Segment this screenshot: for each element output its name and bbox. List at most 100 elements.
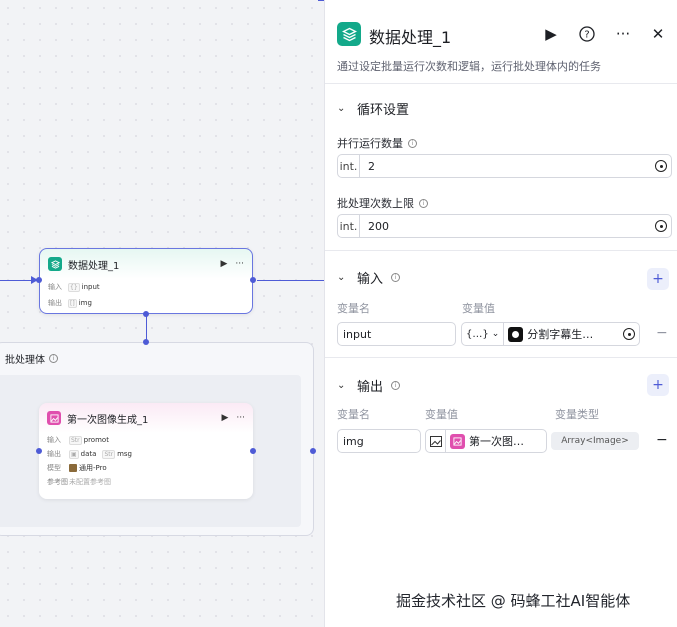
- play-icon[interactable]: ▶: [221, 413, 228, 423]
- output-var-type: Array<Image>: [551, 432, 639, 450]
- data-processing-node[interactable]: 数据处理_1 ▶ ··· 输入 {} input 输出 [] img: [39, 248, 253, 314]
- loop-body-header: 批处理体 i: [5, 351, 58, 366]
- node-input-row: 输入 {} input: [40, 279, 252, 295]
- ref-label: 分割字幕生…: [527, 328, 594, 341]
- workflow-canvas[interactable]: 批处理体 i 数据处理_1 ▶ ··· 输入 {} input 输出 [] img: [0, 0, 324, 627]
- row-key: 输出: [48, 299, 62, 307]
- node-config-panel: 数据处理_1 ▶ ? ··· ✕ 通过设定批量运行次数和逻辑，运行批处理体内的任…: [324, 0, 677, 627]
- image-icon: [47, 411, 61, 425]
- chevron-down-icon[interactable]: ⌄: [337, 380, 349, 391]
- type-tag: Str: [69, 435, 82, 445]
- output-var-name-field[interactable]: img: [337, 429, 421, 453]
- field-value[interactable]: img: [343, 435, 364, 448]
- close-icon[interactable]: ✕: [648, 24, 668, 44]
- chevron-down-icon[interactable]: ⌄: [337, 103, 349, 114]
- node-title: 数据处理_1: [68, 260, 120, 272]
- port-loop-right[interactable]: [310, 448, 316, 454]
- chevron-down-icon: ⌄: [491, 329, 500, 339]
- type-tag: int.: [338, 215, 360, 237]
- layers-icon: [48, 257, 62, 271]
- section-title: 输出: [357, 380, 384, 395]
- info-icon[interactable]: i: [408, 138, 417, 148]
- divider: [325, 250, 677, 251]
- port-loop-top[interactable]: [143, 339, 149, 345]
- info-icon[interactable]: i: [419, 198, 428, 208]
- chevron-down-icon[interactable]: ⌄: [337, 272, 349, 283]
- row-value: 未配置参考图: [69, 478, 111, 486]
- port-left[interactable]: [36, 448, 42, 454]
- info-icon[interactable]: i: [391, 381, 401, 390]
- image-node-icon: [450, 433, 465, 449]
- panel-title[interactable]: 数据处理_1: [369, 24, 451, 48]
- section-inputs[interactable]: ⌄ 输入 i: [337, 268, 401, 287]
- layers-icon: [337, 22, 361, 46]
- node-header: 数据处理_1 ▶ ···: [40, 249, 252, 279]
- row-value: promot: [83, 436, 109, 444]
- input-value[interactable]: 2: [360, 160, 655, 173]
- remove-input-button[interactable]: −: [656, 325, 668, 341]
- divider: [325, 357, 677, 358]
- row-value: msg: [117, 450, 133, 458]
- more-icon[interactable]: ···: [235, 259, 244, 269]
- image-type-icon: [426, 430, 446, 452]
- row-value: input: [81, 283, 100, 291]
- section-loop-settings[interactable]: ⌄ 循环设置: [337, 99, 409, 118]
- reference-icon[interactable]: [623, 328, 635, 340]
- more-icon[interactable]: ···: [236, 413, 245, 423]
- input-value[interactable]: 200: [360, 220, 655, 233]
- row-key: 参考图: [47, 478, 68, 486]
- parallel-count-input[interactable]: int. 2: [337, 154, 672, 178]
- ref-label: 第一次图…: [469, 435, 524, 448]
- section-title: 循环设置: [357, 103, 410, 118]
- label-text: 并行运行数量: [337, 137, 403, 150]
- row-value: data: [80, 450, 97, 458]
- row-key: 输入: [47, 436, 61, 444]
- node-header: 第一次图像生成_1 ▶ ···: [39, 403, 253, 433]
- type-select[interactable]: {…} ⌄: [462, 323, 505, 345]
- batch-limit-label: 批处理次数上限 i: [337, 195, 428, 211]
- row-key: 模型: [47, 464, 61, 472]
- batch-limit-input[interactable]: int. 200: [337, 214, 672, 238]
- help-icon[interactable]: ?: [577, 24, 597, 44]
- loop-body-title: 批处理体: [5, 355, 45, 366]
- port-right[interactable]: [250, 448, 256, 454]
- node-input-row: 输入 Str promot: [39, 433, 253, 447]
- output-var-value-field[interactable]: 第一次图…: [425, 429, 547, 453]
- ref-node-icon: [508, 326, 524, 342]
- node-output-row: 输出 [] img: [40, 295, 252, 311]
- watermark: 掘金技术社区 @ 码蜂工社AI智能体: [396, 592, 631, 610]
- parallel-count-label: 并行运行数量 i: [337, 135, 417, 151]
- type-tag: int.: [338, 155, 360, 177]
- row-value: img: [78, 299, 92, 307]
- run-icon[interactable]: ▶: [541, 24, 561, 44]
- edge-into-data-node: [0, 280, 34, 281]
- node-title: 第一次图像生成_1: [67, 414, 149, 426]
- reference-icon[interactable]: [655, 160, 667, 172]
- play-icon[interactable]: ▶: [220, 259, 227, 269]
- model-icon: [69, 464, 77, 472]
- section-title: 输入: [357, 272, 384, 287]
- add-output-button[interactable]: +: [647, 374, 669, 396]
- field-value[interactable]: input: [343, 328, 371, 341]
- node-output-row: 输出 ▣ data Str msg: [39, 447, 253, 461]
- object-type-icon: {…}: [466, 328, 489, 340]
- col-var-type: 变量类型: [555, 408, 599, 421]
- info-icon[interactable]: i: [391, 273, 401, 282]
- row-key: 输入: [48, 283, 62, 291]
- input-var-value-field[interactable]: {…} ⌄ 分割字幕生…: [461, 322, 640, 346]
- edge-out-of-data-node: [257, 280, 324, 281]
- port-bottom[interactable]: [143, 311, 149, 317]
- col-var-value: 变量值: [425, 408, 458, 421]
- image-generation-node[interactable]: 第一次图像生成_1 ▶ ··· 输入 Str promot 输出 ▣ data St…: [39, 403, 253, 499]
- add-input-button[interactable]: +: [647, 268, 669, 290]
- panel-header: 数据处理_1 ▶ ? ··· ✕ 通过设定批量运行次数和逻辑，运行批处理体内的任…: [325, 0, 677, 84]
- svg-text:?: ?: [584, 30, 589, 41]
- more-icon[interactable]: ···: [613, 24, 633, 44]
- section-outputs[interactable]: ⌄ 输出 i: [337, 376, 401, 395]
- port-right[interactable]: [250, 277, 256, 283]
- info-icon[interactable]: i: [49, 354, 58, 363]
- port-left[interactable]: [36, 277, 42, 283]
- input-var-name-field[interactable]: input: [337, 322, 456, 346]
- reference-icon[interactable]: [655, 220, 667, 232]
- remove-output-button[interactable]: −: [656, 432, 668, 448]
